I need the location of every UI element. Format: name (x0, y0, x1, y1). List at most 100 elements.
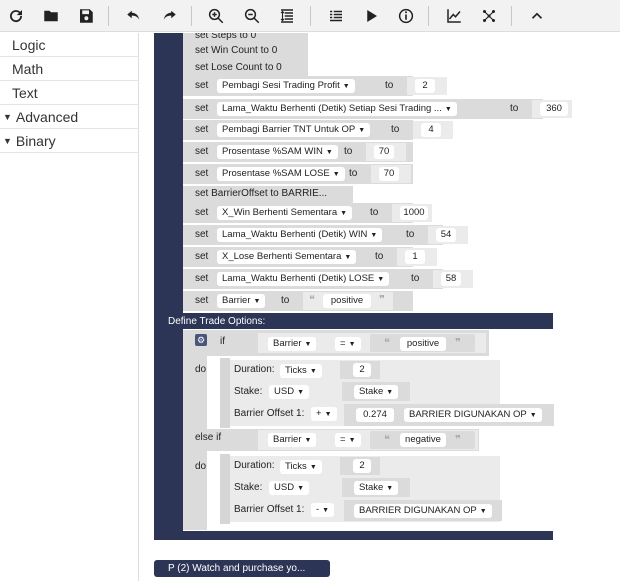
set-variable-block[interactable]: set Pembagi Sesi Trading Profit ▼ to 2 (183, 76, 447, 96)
value-field[interactable]: 70 (379, 167, 399, 181)
expand-triangle-icon: ▼ (3, 135, 12, 146)
currency-dropdown[interactable]: USD ▼ (269, 481, 309, 495)
zoom-out-icon[interactable] (240, 4, 264, 28)
close-quote-icon: ❞ (379, 294, 385, 306)
variable-dropdown[interactable]: Prosentase %SAM WIN ▼ (217, 145, 338, 159)
set-keyword: set (195, 207, 209, 218)
do-keyword: do (195, 364, 207, 375)
if1-variable-dropdown[interactable]: Barrier ▼ (268, 337, 317, 351)
to-keyword: to (281, 295, 290, 306)
to-keyword: to (370, 207, 379, 218)
zoom-in-icon[interactable] (204, 4, 228, 28)
duration-unit-dropdown[interactable]: Ticks ▼ (280, 460, 322, 474)
barrier-variable-dropdown[interactable]: BARRIER DIGUNAKAN OP ▼ (404, 408, 542, 422)
variable-dropdown[interactable]: X_Lose Berhenti Sementara ▼ (217, 250, 357, 264)
variable-dropdown[interactable]: Lama_Waktu Berhenti (Detik) WIN ▼ (217, 228, 383, 242)
play-icon[interactable] (359, 4, 383, 28)
set-variable-block[interactable]: set Lama_Waktu Berhenti (Detik) LOSE ▼ to 58 (183, 269, 473, 289)
tradingview-icon[interactable] (477, 4, 501, 28)
category-advanced[interactable]: ▼ Advanced (0, 105, 138, 129)
category-label: Binary (15, 132, 56, 149)
open-quote-icon: ❝ (384, 434, 390, 446)
stake-label: Stake: (234, 482, 263, 493)
to-keyword: to (510, 103, 519, 114)
close-quote-icon: ❞ (455, 337, 461, 349)
variable-dropdown[interactable]: X_Win Berhenti Sementara ▼ (217, 206, 353, 220)
trade-definition-block-spine[interactable] (154, 33, 183, 315)
if2-variable-dropdown[interactable]: Barrier ▼ (268, 433, 317, 447)
expand-triangle-icon: ▼ (3, 111, 12, 122)
variable-dropdown[interactable]: Prosentase %SAM LOSE ▼ (217, 167, 345, 181)
chart-icon[interactable] (442, 4, 466, 28)
info-icon[interactable] (394, 4, 418, 28)
if1-operator-dropdown[interactable]: = ▼ (335, 337, 361, 351)
stake-variable-dropdown[interactable]: Stake ▼ (354, 385, 399, 399)
value-field[interactable]: 2 (415, 79, 435, 93)
variable-dropdown[interactable]: Pembagi Barrier TNT Untuk OP ▼ (217, 123, 371, 137)
folder-open-icon[interactable] (39, 4, 63, 28)
set-keyword: set (195, 103, 209, 114)
barrier-variable-dropdown[interactable]: BARRIER DIGUNAKAN OP ▼ (354, 504, 492, 518)
variable-dropdown[interactable]: Barrier ▼ (217, 294, 266, 308)
value-field[interactable]: positive (323, 294, 371, 308)
if2-operator-dropdown[interactable]: = ▼ (335, 433, 361, 447)
close-quote-icon: ❞ (455, 434, 461, 446)
reload-icon[interactable] (4, 4, 28, 28)
to-keyword: to (391, 124, 400, 135)
barrier-offset-value[interactable]: 0.274 (356, 408, 394, 422)
purchase-block-label: P (2) Watch and purchase yo... (168, 563, 306, 574)
value-field[interactable]: 70 (374, 145, 394, 159)
to-keyword: to (411, 273, 420, 284)
value-field[interactable]: 360 (540, 102, 568, 116)
value-field[interactable]: 1000 (400, 206, 428, 220)
set-variable-block[interactable]: set Lose Count to 0 (183, 60, 308, 77)
value-field[interactable]: 1 (405, 250, 425, 264)
value-field[interactable]: 4 (421, 123, 441, 137)
set-variable-block[interactable]: set Prosentase %SAM WIN ▼ to 70 (183, 142, 413, 162)
category-binary[interactable]: ▼ Binary (0, 129, 138, 153)
redo-icon[interactable] (157, 4, 181, 28)
if2-string-value[interactable]: negative (400, 433, 446, 447)
trade-definition-spine (154, 327, 183, 533)
gear-icon[interactable]: ⚙ (195, 334, 207, 346)
blockly-workspace[interactable]: Define Trade Options: set Steps to 0 set … (140, 33, 620, 581)
value-field[interactable]: 58 (441, 272, 461, 286)
set-keyword: set (195, 251, 209, 262)
open-quote-icon: ❝ (309, 294, 315, 306)
set-variable-block[interactable]: set Lama_Waktu Berhenti (Detik) Setiap Se… (183, 99, 572, 119)
duration-label: Duration: (234, 364, 275, 375)
sort-blocks-icon[interactable] (275, 4, 299, 28)
if1-string-value[interactable]: positive (400, 337, 446, 351)
duration-value[interactable]: 2 (353, 363, 371, 377)
set-keyword: set (195, 146, 209, 157)
set-variable-block[interactable]: set Prosentase %SAM LOSE ▼ to 70 (183, 164, 413, 184)
set-keyword: set (195, 168, 209, 179)
value-field[interactable]: 54 (436, 228, 456, 242)
set-variable-block[interactable]: set BarrierOffset to BARRIE... (183, 186, 353, 203)
category-text[interactable]: Text (0, 81, 138, 105)
save-icon[interactable] (74, 4, 98, 28)
category-logic[interactable]: Logic (0, 33, 138, 57)
barrier-sign-dropdown[interactable]: + ▼ (311, 407, 337, 421)
duration-unit-dropdown[interactable]: Ticks ▼ (280, 364, 322, 378)
set-variable-block[interactable]: set Win Count to 0 (183, 43, 308, 60)
barrier-offset-label: Barrier Offset 1: (234, 504, 305, 515)
duration-value[interactable]: 2 (353, 459, 371, 473)
currency-dropdown[interactable]: USD ▼ (269, 385, 309, 399)
set-variable-block[interactable]: set X_Lose Berhenti Sementara ▼ to 1 (183, 247, 437, 267)
set-variable-block[interactable]: set Barrier ▼ to ❝ ❞ positive (183, 291, 413, 311)
variable-dropdown[interactable]: Pembagi Sesi Trading Profit ▼ (217, 79, 355, 93)
variable-dropdown[interactable]: Lama_Waktu Berhenti (Detik) LOSE ▼ (217, 272, 390, 286)
stake-variable-dropdown[interactable]: Stake ▼ (354, 481, 399, 495)
category-math[interactable]: Math (0, 57, 138, 81)
undo-icon[interactable] (122, 4, 146, 28)
set-block-label: set Lose Count to 0 (195, 62, 282, 73)
set-variable-block[interactable]: set X_Win Berhenti Sementara ▼ to 1000 (183, 203, 432, 223)
list-icon[interactable] (324, 4, 348, 28)
set-variable-block[interactable]: set Lama_Waktu Berhenti (Detik) WIN ▼ to 54 (183, 225, 468, 245)
set-variable-block[interactable]: set Pembagi Barrier TNT Untuk OP ▼ to 4 (183, 120, 453, 140)
barrier-sign-dropdown[interactable]: - ▼ (311, 503, 335, 517)
collapse-icon[interactable] (525, 4, 549, 28)
to-keyword: to (406, 229, 415, 240)
variable-dropdown[interactable]: Lama_Waktu Berhenti (Detik) Setiap Sesi … (217, 102, 457, 116)
